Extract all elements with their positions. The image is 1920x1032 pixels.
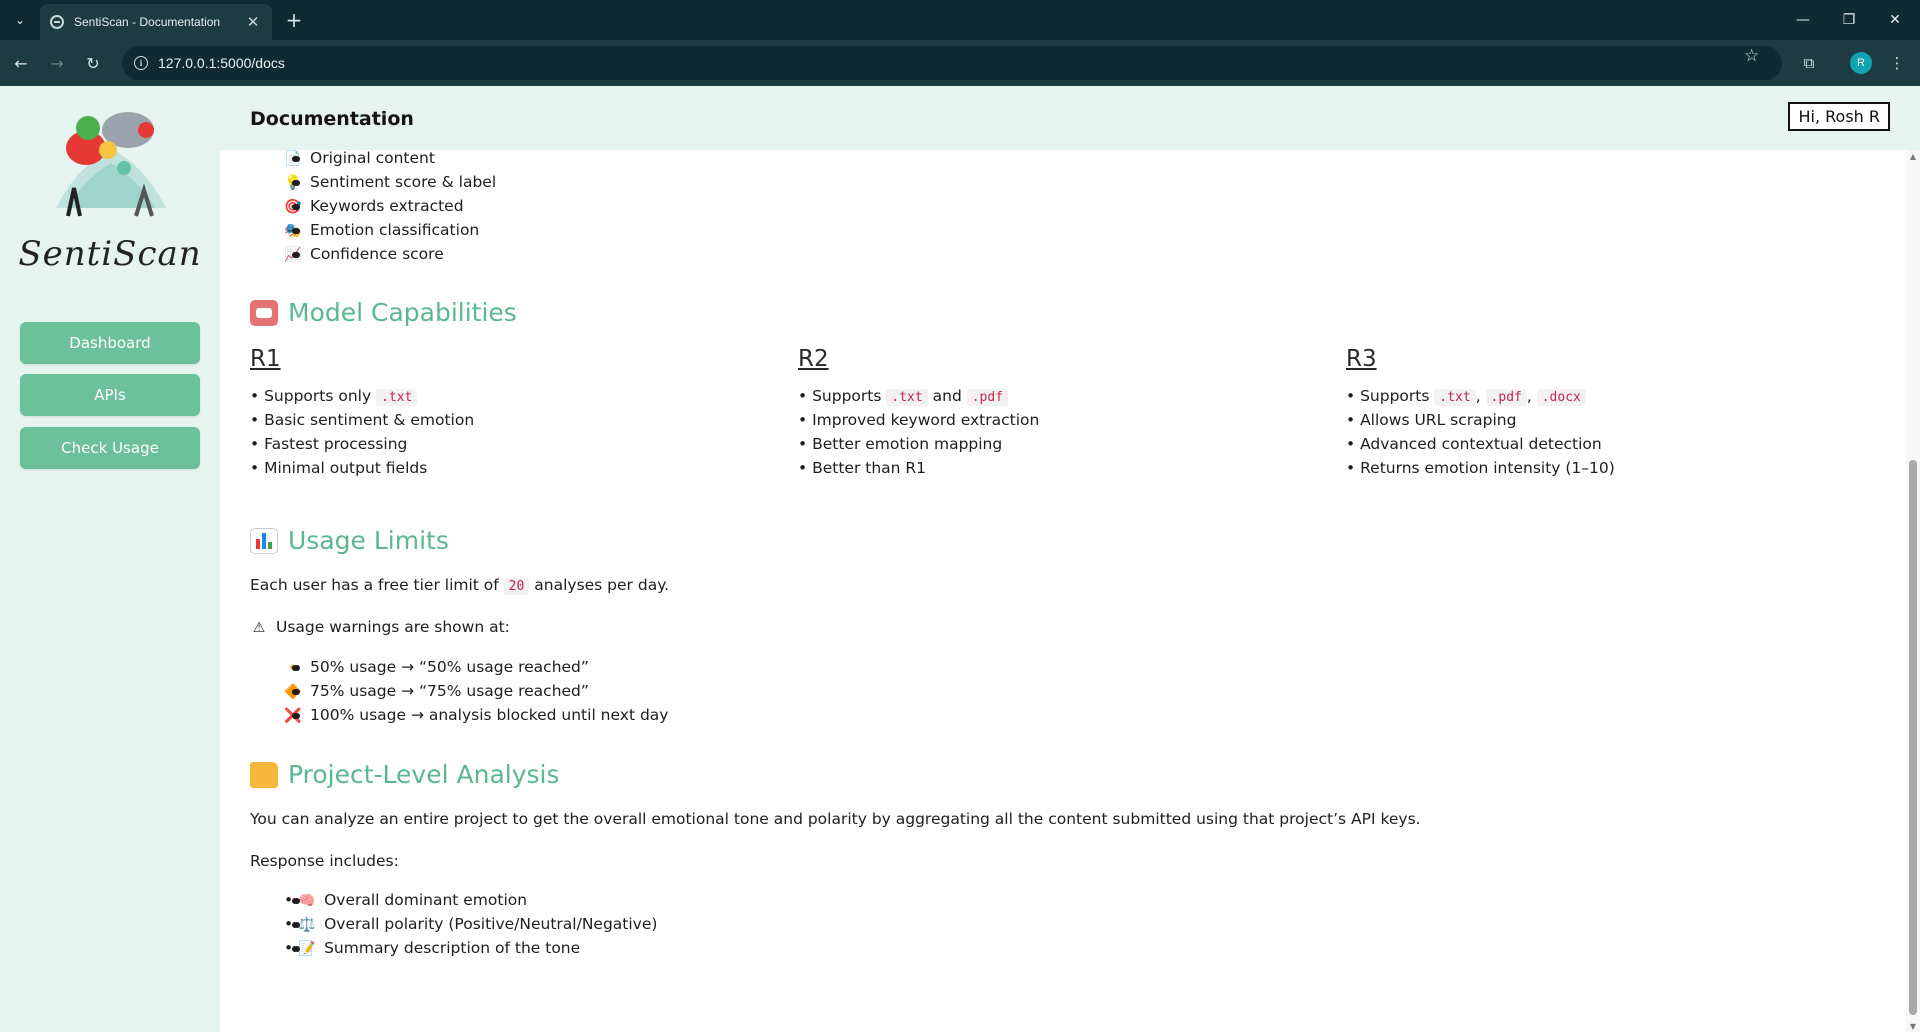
project-response-list: • 🧠 Overall dominant emotion • ⚖️ Overall …: [250, 888, 657, 960]
list-item: • 📝 Summary description of the tone: [250, 936, 657, 960]
list-item: 💡Sentiment score & label: [250, 170, 496, 194]
balance-scale-icon: ⚖️: [298, 917, 316, 933]
project-analysis-description: You can analyze an entire project to get…: [250, 810, 1421, 828]
globe-icon: [50, 15, 64, 29]
response-fields-list: 📄Original content 💡Sentiment score & lab…: [250, 150, 496, 266]
model-r1: R1 • Supports only .txt • Basic sentimen…: [250, 342, 770, 480]
brain-icon: 🧠: [298, 893, 316, 909]
user-greeting[interactable]: Hi, Rosh R: [1788, 102, 1890, 131]
sidebar: SentiScan Dashboard APIs Check Usage: [0, 86, 220, 1032]
reload-icon[interactable]: ↻: [80, 50, 106, 76]
list-item: • ⚖️ Overall polarity (Positive/Neutral/N…: [250, 912, 657, 936]
model-name: R2: [798, 346, 829, 372]
extensions-icon[interactable]: ⧉: [1796, 50, 1822, 76]
list-item: ❌100% usage → analysis blocked until nex…: [250, 703, 668, 727]
warning-icon: ⚠: [252, 620, 266, 636]
list-item: • 🧠 Overall dominant emotion: [250, 888, 657, 912]
list-item: 📈Confidence score: [250, 242, 496, 266]
project-analysis-heading: Project-Level Analysis: [250, 762, 560, 788]
browser-tab[interactable]: SentiScan - Documentation ✕: [40, 4, 272, 40]
page-header: Documentation Hi, Rosh R: [220, 86, 1920, 150]
response-includes-label: Response includes:: [250, 852, 399, 870]
back-icon[interactable]: ←: [8, 50, 34, 76]
address-bar[interactable]: i 127.0.0.1:5000/docs: [122, 46, 1782, 80]
model-capabilities-heading: Model Capabilities: [250, 300, 517, 326]
scroll-up-arrow-icon[interactable]: ▲: [1906, 150, 1920, 162]
folder-icon: [250, 762, 278, 788]
bookmark-star-icon[interactable]: ☆: [1744, 46, 1759, 66]
restore-icon[interactable]: ❐: [1826, 0, 1872, 40]
browser-toolbar: ← → ↻ i 127.0.0.1:5000/docs ☆ ⧉ R ⋮: [0, 40, 1920, 86]
site-info-icon[interactable]: i: [134, 56, 148, 70]
list-item: 🎯Keywords extracted: [250, 194, 496, 218]
new-tab-icon[interactable]: +: [282, 8, 306, 32]
model-r3: R3 • Supports .txt, .pdf, .docx • Allows…: [1346, 342, 1866, 480]
usage-limits-heading: Usage Limits: [250, 528, 449, 554]
browser-tabstrip: ⌄ SentiScan - Documentation ✕ + — ❐ ✕: [0, 0, 1920, 40]
tab-search-icon[interactable]: ⌄: [8, 8, 32, 32]
model-name: R3: [1346, 346, 1377, 372]
tab-title: SentiScan - Documentation: [74, 15, 221, 29]
sentiscan-logo: [56, 112, 166, 217]
scroll-thumb[interactable]: [1909, 460, 1917, 1015]
usage-limit-text: Each user has a free tier limit of 20 an…: [250, 576, 670, 595]
model-name: R1: [250, 346, 281, 372]
url-text: 127.0.0.1:5000/docs: [158, 55, 285, 71]
menu-kebab-icon[interactable]: ⋮: [1884, 50, 1910, 76]
list-item: 📄Original content: [250, 150, 496, 170]
close-icon[interactable]: ✕: [244, 13, 262, 31]
sidebar-item-dashboard[interactable]: Dashboard: [20, 322, 200, 364]
docs-content: 📄Original content 💡Sentiment score & lab…: [220, 150, 1906, 1032]
bar-chart-icon: [250, 528, 278, 554]
limit-value: 20: [503, 578, 530, 595]
memo-icon: 📝: [298, 941, 316, 957]
profile-avatar[interactable]: R: [1850, 52, 1872, 74]
model-r2: R2 • Supports .txt and .pdf • Improved k…: [798, 342, 1318, 480]
list-item: 🔸50% usage → “50% usage reached”: [250, 655, 668, 679]
list-item: 🎭Emotion classification: [250, 218, 496, 242]
minimize-icon[interactable]: —: [1780, 0, 1826, 40]
content-scrollbar[interactable]: ▲ ▼: [1906, 150, 1920, 1032]
list-item: 🔶75% usage → “75% usage reached”: [250, 679, 668, 703]
forward-icon[interactable]: →: [44, 50, 70, 76]
warning-intro: ⚠ Usage warnings are shown at:: [250, 615, 510, 640]
sidebar-item-check-usage[interactable]: Check Usage: [20, 427, 200, 469]
usage-warnings-list: 🔸50% usage → “50% usage reached” 🔶75% us…: [250, 655, 668, 727]
robot-icon: [250, 300, 278, 326]
window-close-icon[interactable]: ✕: [1872, 0, 1918, 40]
page-title: Documentation: [250, 108, 414, 130]
sidebar-item-apis[interactable]: APIs: [20, 374, 200, 416]
scroll-down-arrow-icon[interactable]: ▼: [1906, 1020, 1920, 1032]
brand-name: SentiScan: [18, 234, 202, 274]
